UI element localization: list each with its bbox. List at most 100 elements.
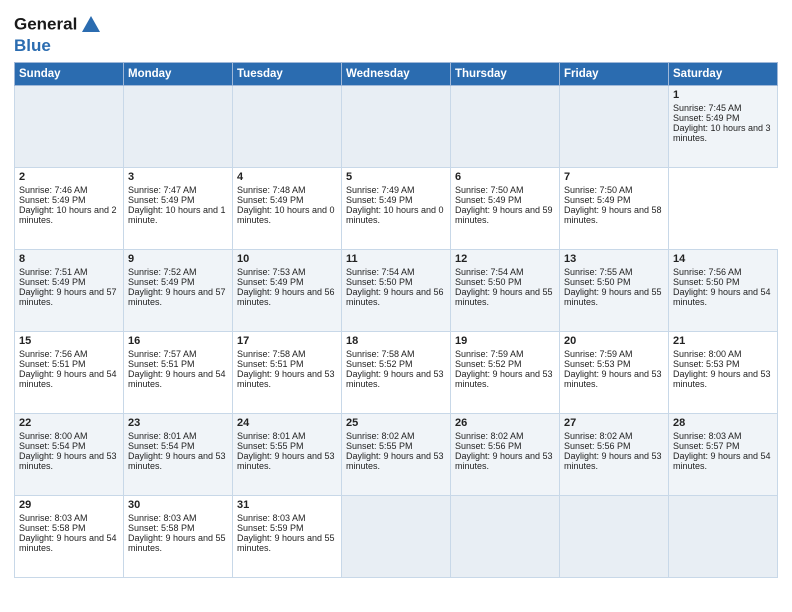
sunrise: Sunrise: 8:00 AM [673,349,742,359]
day-number: 30 [128,499,228,511]
daylight: Daylight: 9 hours and 55 minutes. [564,287,662,307]
daylight: Daylight: 9 hours and 53 minutes. [564,369,662,389]
empty-cell [669,495,778,577]
sunrise: Sunrise: 7:53 AM [237,267,306,277]
sunrise: Sunrise: 7:48 AM [237,185,306,195]
daylight: Daylight: 9 hours and 53 minutes. [564,451,662,471]
header-cell-monday: Monday [124,62,233,85]
sunrise: Sunrise: 7:55 AM [564,267,633,277]
empty-cell [451,85,560,167]
day-cell-4: 4Sunrise: 7:48 AMSunset: 5:49 PMDaylight… [233,167,342,249]
daylight: Daylight: 10 hours and 0 minutes. [237,205,335,225]
day-cell-13: 13Sunrise: 7:55 AMSunset: 5:50 PMDayligh… [560,249,669,331]
sunset: Sunset: 5:52 PM [455,359,522,369]
sunset: Sunset: 5:49 PM [19,195,86,205]
logo: General Blue [14,14,102,56]
sunrise: Sunrise: 7:59 AM [455,349,524,359]
daylight: Daylight: 10 hours and 1 minute. [128,205,226,225]
logo-line2: Blue [14,36,102,56]
day-number: 19 [455,335,555,347]
daylight: Daylight: 9 hours and 56 minutes. [237,287,335,307]
sunset: Sunset: 5:49 PM [128,195,195,205]
day-cell-23: 23Sunrise: 8:01 AMSunset: 5:54 PMDayligh… [124,413,233,495]
day-number: 12 [455,253,555,265]
sunrise: Sunrise: 7:51 AM [19,267,88,277]
day-number: 8 [19,253,119,265]
daylight: Daylight: 9 hours and 54 minutes. [673,451,771,471]
day-number: 23 [128,417,228,429]
sunset: Sunset: 5:50 PM [346,277,413,287]
sunset: Sunset: 5:55 PM [237,441,304,451]
day-cell-10: 10Sunrise: 7:53 AMSunset: 5:49 PMDayligh… [233,249,342,331]
day-cell-22: 22Sunrise: 8:00 AMSunset: 5:54 PMDayligh… [15,413,124,495]
day-cell-11: 11Sunrise: 7:54 AMSunset: 5:50 PMDayligh… [342,249,451,331]
day-number: 20 [564,335,664,347]
sunrise: Sunrise: 7:47 AM [128,185,197,195]
sunrise: Sunrise: 8:03 AM [673,431,742,441]
sunset: Sunset: 5:52 PM [346,359,413,369]
day-number: 11 [346,253,446,265]
day-cell-6: 6Sunrise: 7:50 AMSunset: 5:49 PMDaylight… [451,167,560,249]
sunset: Sunset: 5:50 PM [564,277,631,287]
sunset: Sunset: 5:49 PM [237,277,304,287]
sunrise: Sunrise: 7:52 AM [128,267,197,277]
day-cell-25: 25Sunrise: 8:02 AMSunset: 5:55 PMDayligh… [342,413,451,495]
day-cell-31: 31Sunrise: 8:03 AMSunset: 5:59 PMDayligh… [233,495,342,577]
sunrise: Sunrise: 7:54 AM [346,267,415,277]
day-cell-24: 24Sunrise: 8:01 AMSunset: 5:55 PMDayligh… [233,413,342,495]
sunset: Sunset: 5:50 PM [673,277,740,287]
day-cell-30: 30Sunrise: 8:03 AMSunset: 5:58 PMDayligh… [124,495,233,577]
day-cell-27: 27Sunrise: 8:02 AMSunset: 5:56 PMDayligh… [560,413,669,495]
daylight: Daylight: 9 hours and 53 minutes. [346,451,444,471]
week-row-0: 1Sunrise: 7:45 AMSunset: 5:49 PMDaylight… [15,85,778,167]
daylight: Daylight: 10 hours and 0 minutes. [346,205,444,225]
daylight: Daylight: 9 hours and 53 minutes. [128,451,226,471]
daylight: Daylight: 9 hours and 53 minutes. [19,451,117,471]
day-number: 29 [19,499,119,511]
sunset: Sunset: 5:56 PM [564,441,631,451]
day-number: 24 [237,417,337,429]
day-cell-15: 15Sunrise: 7:56 AMSunset: 5:51 PMDayligh… [15,331,124,413]
empty-cell [15,85,124,167]
daylight: Daylight: 9 hours and 55 minutes. [237,533,335,553]
sunrise: Sunrise: 7:57 AM [128,349,197,359]
sunrise: Sunrise: 7:59 AM [564,349,633,359]
sunset: Sunset: 5:49 PM [455,195,522,205]
sunrise: Sunrise: 7:46 AM [19,185,88,195]
day-number: 4 [237,171,337,183]
sunset: Sunset: 5:58 PM [19,523,86,533]
day-number: 25 [346,417,446,429]
daylight: Daylight: 9 hours and 55 minutes. [128,533,226,553]
daylight: Daylight: 10 hours and 2 minutes. [19,205,117,225]
sunrise: Sunrise: 7:56 AM [673,267,742,277]
sunset: Sunset: 5:50 PM [455,277,522,287]
week-row-4: 22Sunrise: 8:00 AMSunset: 5:54 PMDayligh… [15,413,778,495]
sunrise: Sunrise: 7:50 AM [455,185,524,195]
day-number: 2 [19,171,119,183]
sunrise: Sunrise: 8:02 AM [455,431,524,441]
header-cell-tuesday: Tuesday [233,62,342,85]
day-cell-5: 5Sunrise: 7:49 AMSunset: 5:49 PMDaylight… [342,167,451,249]
sunrise: Sunrise: 7:54 AM [455,267,524,277]
sunset: Sunset: 5:57 PM [673,441,740,451]
day-number: 14 [673,253,773,265]
sunset: Sunset: 5:51 PM [19,359,86,369]
day-number: 28 [673,417,773,429]
day-cell-21: 21Sunrise: 8:00 AMSunset: 5:53 PMDayligh… [669,331,778,413]
day-cell-9: 9Sunrise: 7:52 AMSunset: 5:49 PMDaylight… [124,249,233,331]
sunrise: Sunrise: 8:00 AM [19,431,88,441]
day-number: 31 [237,499,337,511]
header-cell-sunday: Sunday [15,62,124,85]
day-number: 16 [128,335,228,347]
sunrise: Sunrise: 8:01 AM [237,431,306,441]
day-number: 15 [19,335,119,347]
day-number: 27 [564,417,664,429]
daylight: Daylight: 9 hours and 54 minutes. [19,369,117,389]
sunset: Sunset: 5:49 PM [564,195,631,205]
day-number: 17 [237,335,337,347]
logo-line1: General [14,14,102,36]
sunrise: Sunrise: 7:49 AM [346,185,415,195]
sunset: Sunset: 5:54 PM [128,441,195,451]
sunrise: Sunrise: 8:03 AM [237,513,306,523]
sunset: Sunset: 5:55 PM [346,441,413,451]
